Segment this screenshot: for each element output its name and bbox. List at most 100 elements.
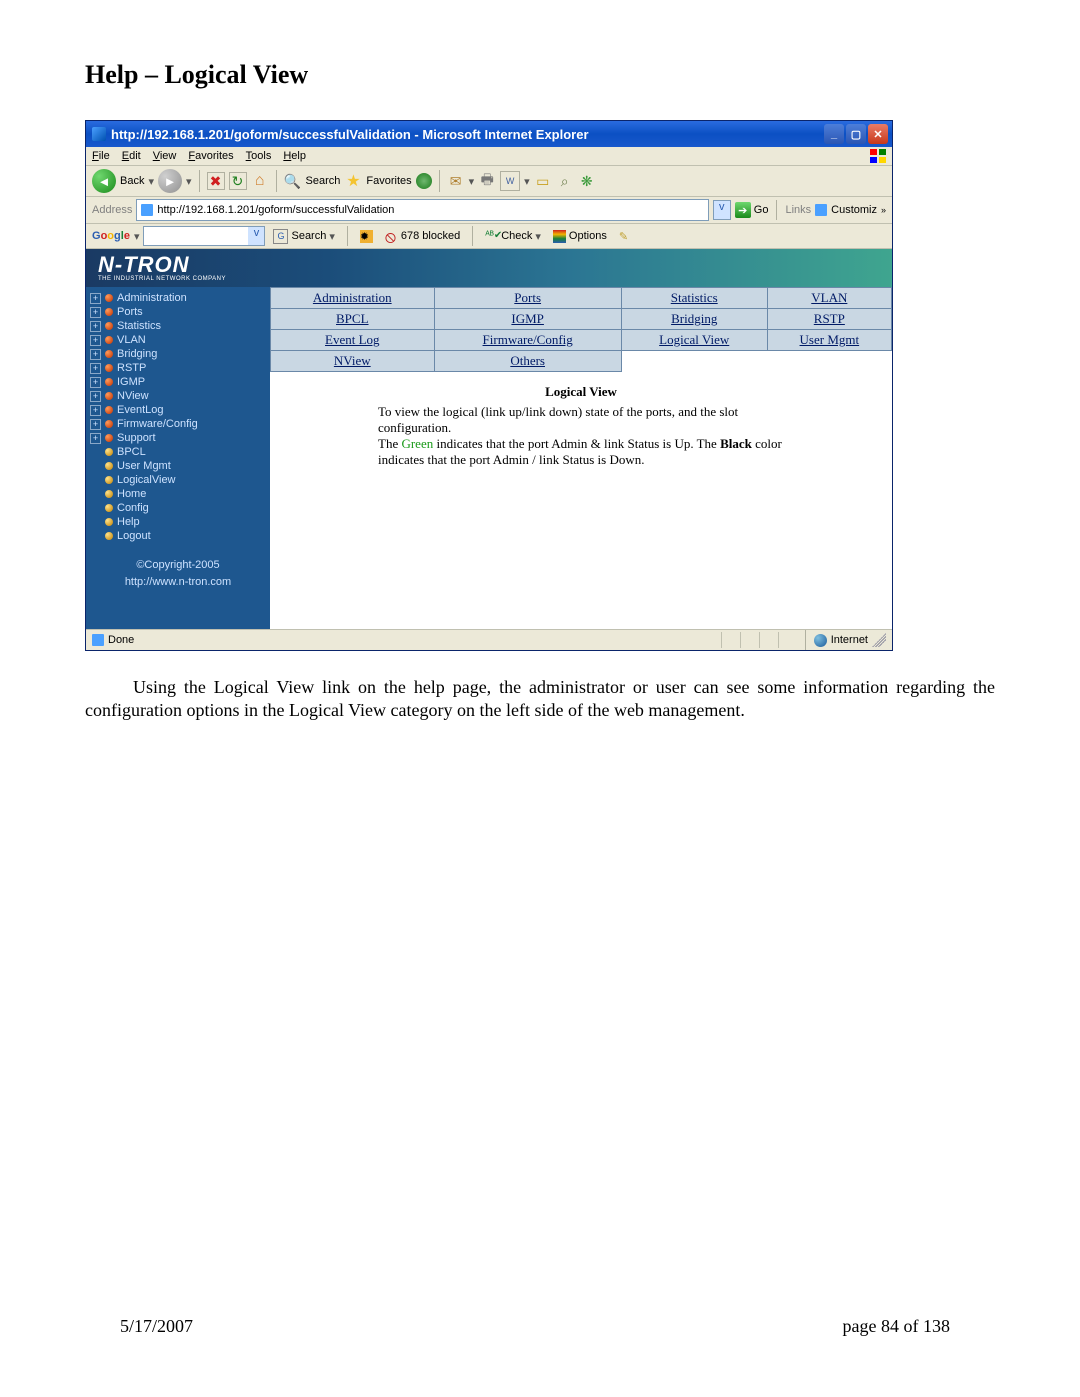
back-label[interactable]: Back — [120, 175, 144, 187]
sidebar-item-rstp[interactable]: +RSTP — [86, 361, 270, 375]
go-button[interactable]: ➔ Go — [735, 202, 769, 218]
tab-bridging[interactable]: Bridging — [621, 309, 767, 330]
page-icon — [141, 204, 153, 216]
search-label[interactable]: Search — [306, 175, 341, 187]
chevron-right-icon[interactable]: » — [881, 205, 886, 215]
black-word: Black — [720, 436, 752, 451]
back-button[interactable]: ◄ — [92, 169, 116, 193]
address-dropdown[interactable]: v — [713, 200, 731, 220]
footer-date: 5/17/2007 — [120, 1316, 193, 1337]
sidebar-url[interactable]: http://www.n-tron.com — [86, 574, 270, 591]
brand-banner: N-TRON THE INDUSTRIAL NETWORK COMPANY — [86, 249, 892, 287]
minimize-button[interactable]: _ — [824, 124, 844, 144]
tab-logicalview[interactable]: Logical View — [621, 330, 767, 351]
sidebar-item-help[interactable]: Help — [86, 515, 270, 529]
tab-eventlog[interactable]: Event Log — [271, 330, 435, 351]
status-zone: Internet — [831, 634, 868, 646]
links-item[interactable]: Customiz — [831, 204, 877, 216]
status-done: Done — [108, 634, 134, 646]
history-icon[interactable] — [416, 173, 432, 189]
window-title: http://192.168.1.201/goform/successfulVa… — [111, 127, 589, 142]
favorites-icon[interactable]: ★ — [344, 172, 362, 190]
google-check-button[interactable]: ᴬᴮ✔ Check ▾ — [481, 228, 545, 245]
sidebar-item-vlan[interactable]: +VLAN — [86, 333, 270, 347]
tab-vlan[interactable]: VLAN — [767, 288, 891, 309]
sidebar-item-eventlog[interactable]: +EventLog — [86, 403, 270, 417]
menu-favorites[interactable]: Favorites — [188, 150, 233, 162]
tab-rstp[interactable]: RSTP — [767, 309, 891, 330]
tab-nview[interactable]: NView — [271, 351, 435, 372]
sidebar-item-ports[interactable]: +Ports — [86, 305, 270, 319]
brand-logo: N-TRON — [98, 252, 190, 277]
main-panel: Administration Ports Statistics VLAN BPC… — [270, 287, 892, 629]
sidebar-item-home[interactable]: Home — [86, 487, 270, 501]
favorites-label[interactable]: Favorites — [366, 175, 411, 187]
forward-button[interactable]: ► — [158, 169, 182, 193]
tab-usermgmt[interactable]: User Mgmt — [767, 330, 891, 351]
mail-icon[interactable]: ✉ — [447, 172, 465, 190]
sidebar: +Administration +Ports +Statistics +VLAN… — [86, 287, 270, 629]
sidebar-item-bpcl[interactable]: BPCL — [86, 445, 270, 459]
google-news-button[interactable]: ✹ — [356, 228, 377, 245]
stop-icon[interactable]: ✖ — [207, 172, 225, 190]
link-item-icon — [815, 204, 827, 216]
google-toolbar: Google ▾ v G Search ▾ ✹ 🛇 678 blocked ᴬᴮ… — [86, 224, 892, 249]
google-search-input[interactable]: v — [143, 226, 265, 246]
sidebar-item-bridging[interactable]: +Bridging — [86, 347, 270, 361]
close-button[interactable]: ✕ — [868, 124, 888, 144]
brand-subtitle: THE INDUSTRIAL NETWORK COMPANY — [98, 276, 226, 282]
edit-icon[interactable]: W — [500, 171, 520, 191]
sidebar-item-usermgmt[interactable]: User Mgmt — [86, 459, 270, 473]
tab-igmp[interactable]: IGMP — [434, 309, 621, 330]
tab-statistics[interactable]: Statistics — [621, 288, 767, 309]
body-paragraph: Using the Logical View link on the help … — [85, 676, 995, 723]
address-value: http://192.168.1.201/goform/successfulVa… — [157, 204, 394, 216]
sidebar-item-logicalview[interactable]: LogicalView — [86, 473, 270, 487]
tab-bpcl[interactable]: BPCL — [271, 309, 435, 330]
go-arrow-icon: ➔ — [735, 202, 751, 218]
google-blocked-button[interactable]: 🛇 678 blocked — [381, 228, 464, 245]
messenger-icon[interactable]: ❋ — [578, 172, 596, 190]
address-input[interactable]: http://192.168.1.201/goform/successfulVa… — [136, 199, 708, 221]
sidebar-item-config[interactable]: Config — [86, 501, 270, 515]
tab-ports[interactable]: Ports — [434, 288, 621, 309]
maximize-button[interactable]: ▢ — [846, 124, 866, 144]
globe-icon — [814, 634, 827, 647]
print-icon[interactable]: 🖶 — [478, 172, 496, 190]
sidebar-footer: ©Copyright-2005 http://www.n-tron.com — [86, 557, 270, 590]
menu-view[interactable]: View — [153, 150, 177, 162]
titlebar: http://192.168.1.201/goform/successfulVa… — [86, 121, 892, 147]
research-icon[interactable]: ⌕ — [556, 172, 574, 190]
browser-window: http://192.168.1.201/goform/successfulVa… — [85, 120, 893, 651]
home-icon[interactable]: ⌂ — [251, 172, 269, 190]
address-bar: Address http://192.168.1.201/goform/succ… — [86, 197, 892, 224]
menu-help[interactable]: Help — [283, 150, 306, 162]
sidebar-item-logout[interactable]: Logout — [86, 529, 270, 543]
tab-others[interactable]: Others — [434, 351, 621, 372]
sidebar-item-administration[interactable]: +Administration — [86, 291, 270, 305]
google-highlight-button[interactable]: ✎ — [615, 228, 636, 245]
discuss-icon[interactable]: ▭ — [534, 172, 552, 190]
menu-edit[interactable]: Edit — [122, 150, 141, 162]
sidebar-item-igmp[interactable]: +IGMP — [86, 375, 270, 389]
page-footer: 5/17/2007 page 84 of 138 — [0, 1316, 1080, 1337]
google-logo[interactable]: Google — [92, 230, 130, 242]
content-description: To view the logical (link up/link down) … — [378, 404, 812, 468]
nav-toolbar: ◄ Back ▾ ► ▾ ✖ ↻ ⌂ 🔍 Search ★ Favorites … — [86, 166, 892, 197]
sidebar-item-statistics[interactable]: +Statistics — [86, 319, 270, 333]
green-word: Green — [401, 436, 433, 451]
sidebar-item-firmware[interactable]: +Firmware/Config — [86, 417, 270, 431]
resize-grip-icon[interactable] — [872, 633, 886, 647]
tab-administration[interactable]: Administration — [271, 288, 435, 309]
menu-tools[interactable]: Tools — [246, 150, 272, 162]
statusbar: Done Internet — [86, 629, 892, 650]
sidebar-item-nview[interactable]: +NView — [86, 389, 270, 403]
refresh-icon[interactable]: ↻ — [229, 172, 247, 190]
help-category-grid: Administration Ports Statistics VLAN BPC… — [270, 287, 892, 372]
tab-firmware[interactable]: Firmware/Config — [434, 330, 621, 351]
menu-file[interactable]: File — [92, 150, 110, 162]
google-options-button[interactable]: Options — [549, 228, 611, 245]
google-search-button[interactable]: G Search ▾ — [269, 227, 338, 246]
sidebar-item-support[interactable]: +Support — [86, 431, 270, 445]
search-icon[interactable]: 🔍 — [284, 172, 302, 190]
